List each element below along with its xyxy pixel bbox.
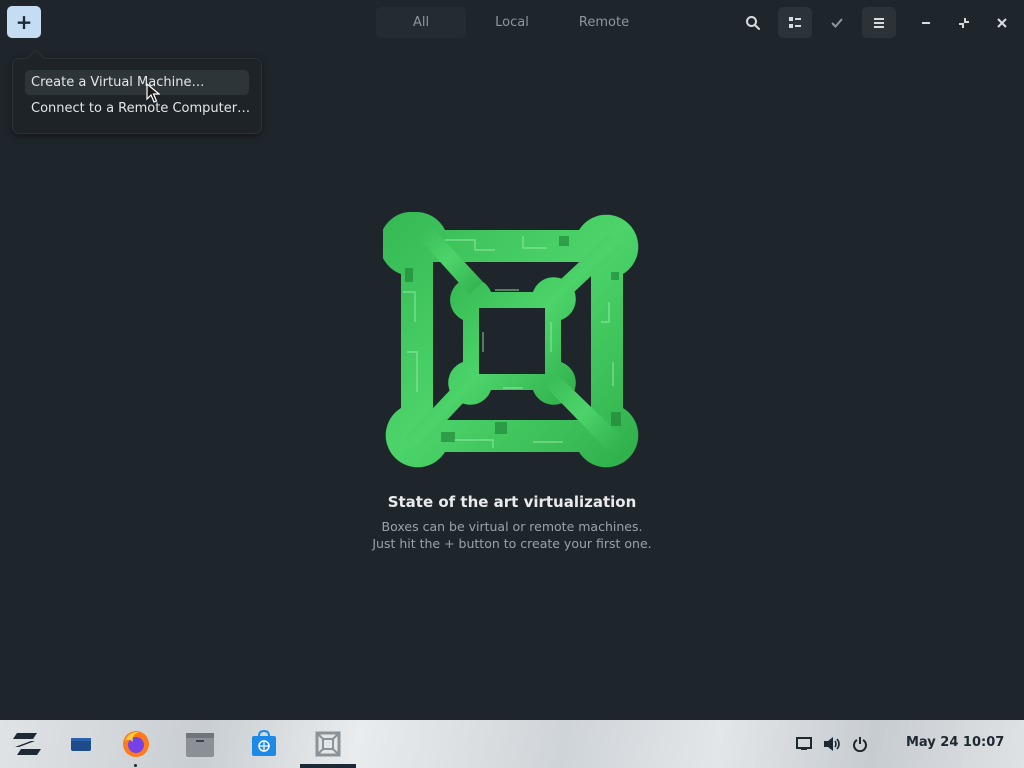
power-icon bbox=[853, 737, 867, 752]
tab-local[interactable]: Local bbox=[466, 7, 558, 38]
volume-tray-button[interactable] bbox=[823, 735, 841, 753]
menu-icon bbox=[874, 17, 884, 28]
firefox-button[interactable] bbox=[120, 728, 152, 760]
files-button[interactable] bbox=[184, 728, 216, 760]
minimize-button[interactable] bbox=[909, 7, 943, 38]
taskbar bbox=[0, 720, 1024, 768]
empty-state-line-1: Boxes can be virtual or remote machines. bbox=[381, 519, 643, 534]
restore-icon bbox=[959, 17, 969, 28]
close-icon bbox=[997, 17, 1007, 28]
view-grid-icon bbox=[789, 16, 801, 28]
zorin-menu-icon bbox=[13, 733, 41, 755]
close-button[interactable] bbox=[985, 7, 1019, 38]
new-box-button[interactable]: + bbox=[7, 6, 41, 38]
search-icon bbox=[746, 15, 760, 30]
main-menu-button[interactable] bbox=[862, 7, 896, 38]
select-check-icon bbox=[831, 17, 843, 28]
screen-tray-button[interactable] bbox=[795, 735, 813, 753]
view-toggle-button[interactable] bbox=[778, 7, 812, 38]
clock[interactable]: May 24 10:07 bbox=[906, 735, 1004, 750]
active-app-indicator bbox=[300, 764, 356, 768]
menu-item-create-vm[interactable]: Create a Virtual Machine… bbox=[25, 70, 249, 95]
selection-mode-button[interactable] bbox=[820, 7, 854, 38]
screen-icon bbox=[796, 737, 812, 750]
zorin-menu-button[interactable] bbox=[11, 728, 43, 760]
header-bar: + All Local Remote bbox=[0, 0, 1024, 46]
boxes-button[interactable] bbox=[312, 728, 344, 760]
empty-state-line-2: Just hit the + button to create your fir… bbox=[372, 536, 652, 551]
workspace-icon bbox=[71, 738, 91, 751]
mouse-cursor-icon bbox=[146, 83, 160, 103]
running-indicator-dot bbox=[134, 764, 137, 767]
boxes-logo-icon bbox=[383, 212, 639, 468]
software-store-icon bbox=[252, 730, 276, 756]
tab-all[interactable]: All bbox=[376, 7, 466, 38]
volume-icon bbox=[824, 737, 840, 751]
firefox-icon bbox=[123, 731, 149, 757]
boxes-icon bbox=[315, 731, 341, 757]
workspace-switcher-button[interactable] bbox=[65, 728, 97, 760]
software-store-button[interactable] bbox=[248, 728, 280, 760]
empty-state-title: State of the art virtualization bbox=[387, 493, 637, 511]
tab-remote[interactable]: Remote bbox=[558, 7, 650, 38]
new-box-popover: Create a Virtual Machine… Connect to a R… bbox=[12, 58, 262, 134]
search-button[interactable] bbox=[736, 7, 770, 38]
files-icon bbox=[186, 733, 214, 757]
view-switcher: All Local Remote bbox=[376, 7, 650, 38]
power-tray-button[interactable] bbox=[851, 735, 869, 753]
menu-item-connect-remote[interactable]: Connect to a Remote Computer… bbox=[25, 96, 250, 121]
minimize-icon bbox=[922, 21, 930, 24]
restore-button[interactable] bbox=[947, 7, 981, 38]
